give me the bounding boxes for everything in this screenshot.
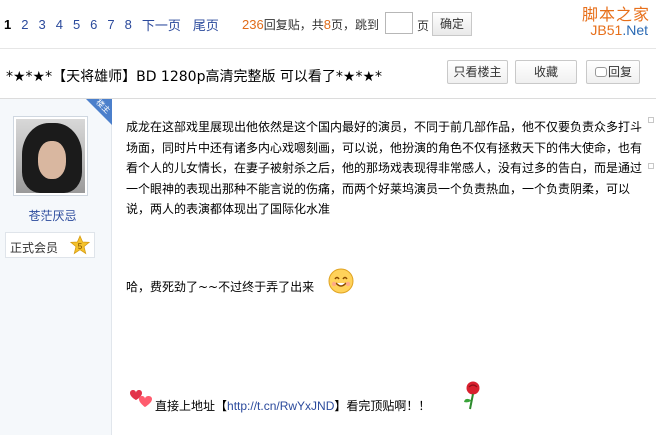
- post-line-3: 直接上地址【http://t.cn/RwYxJND】看完顶贴啊！！: [155, 397, 430, 414]
- page-link-7[interactable]: 7: [107, 17, 114, 32]
- page-count: 8: [323, 17, 331, 32]
- line3-prefix: 直接上地址【: [155, 399, 228, 413]
- next-page-link[interactable]: 下一页: [142, 15, 181, 34]
- post-line-2: 哈，费死劲了~~不过终于弄了出来: [126, 280, 315, 294]
- last-page-link[interactable]: 尾页: [193, 15, 219, 34]
- reply-bubble-icon: [595, 67, 607, 77]
- reply-summary: 236 回复贴，共 8 页，跳到: [242, 16, 379, 33]
- level-number: 5: [78, 242, 83, 251]
- rose-icon: [464, 381, 480, 410]
- op-corner-badge: 楼主: [86, 99, 112, 125]
- level-star-icon: 5: [70, 235, 90, 255]
- reply-button[interactable]: 回复: [586, 60, 640, 84]
- post-paragraph: 成龙在这部戏里展现出他依然是这个国内最好的演员，不同于前几部作品，他不仅要负责众…: [126, 120, 643, 216]
- pagination-bar: 1 2 3 4 5 6 7 8 下一页 尾页 236 回复贴，共 8 页，跳到 …: [0, 0, 656, 48]
- reply-count-label: 回复贴，共: [263, 18, 324, 32]
- page-edge-marker: [648, 117, 654, 123]
- reply-count: 236: [242, 17, 264, 32]
- page-edge-marker: [648, 163, 654, 169]
- thread-title-bar: *★*★*【天将雄师】BD 1280p高清完整版 可以看了*★*★* 只看楼主 …: [0, 49, 656, 99]
- rank-box: 正式会员 5: [5, 232, 95, 258]
- only-op-button[interactable]: 只看楼主: [447, 60, 508, 84]
- page-link-6[interactable]: 6: [90, 17, 97, 32]
- site-watermark: 脚本之家 JB51.Net: [570, 0, 652, 44]
- author-name[interactable]: 苍茫厌忌: [0, 207, 105, 224]
- page-count-label: 页，跳到: [330, 18, 379, 32]
- jump-page-suffix: 页: [417, 19, 430, 33]
- line3-suffix: 】看完顶贴啊！！: [334, 399, 431, 413]
- favorite-button[interactable]: 收藏: [515, 60, 577, 84]
- avatar[interactable]: [13, 116, 88, 196]
- page-current: 1: [4, 17, 12, 32]
- rank-title: 正式会员: [10, 241, 59, 255]
- page-link-4[interactable]: 4: [56, 17, 63, 32]
- avatar-photo: [16, 119, 85, 193]
- confirm-jump-button[interactable]: 确定: [432, 12, 472, 36]
- download-link[interactable]: http://t.cn/RwYxJND: [227, 399, 334, 413]
- page-link-8[interactable]: 8: [125, 17, 132, 32]
- watermark-net: .Net: [622, 22, 648, 38]
- thread-title: *★*★*【天将雄师】BD 1280p高清完整版 可以看了*★*★*: [6, 69, 383, 85]
- jump-page-input[interactable]: [385, 12, 413, 34]
- watermark-jb51: JB51: [590, 22, 623, 38]
- author-panel: 楼主 苍茫厌忌 正式会员 5: [0, 99, 112, 435]
- avatar-face: [38, 141, 66, 179]
- page-links: 1 2 3 4 5 6 7 8 下一页 尾页: [4, 15, 231, 34]
- post-body: 成龙在这部戏里展现出他依然是这个国内最好的演员，不同于前几部作品，他不仅要负责众…: [126, 117, 646, 220]
- reply-button-label: 回复: [607, 65, 632, 79]
- page-link-3[interactable]: 3: [38, 17, 45, 32]
- smile-emoji-icon: [328, 268, 354, 294]
- page-link-5[interactable]: 5: [73, 17, 80, 32]
- page-link-2[interactable]: 2: [21, 17, 28, 32]
- watermark-line2: JB51.Net: [590, 22, 648, 38]
- hearts-icon: [130, 390, 152, 407]
